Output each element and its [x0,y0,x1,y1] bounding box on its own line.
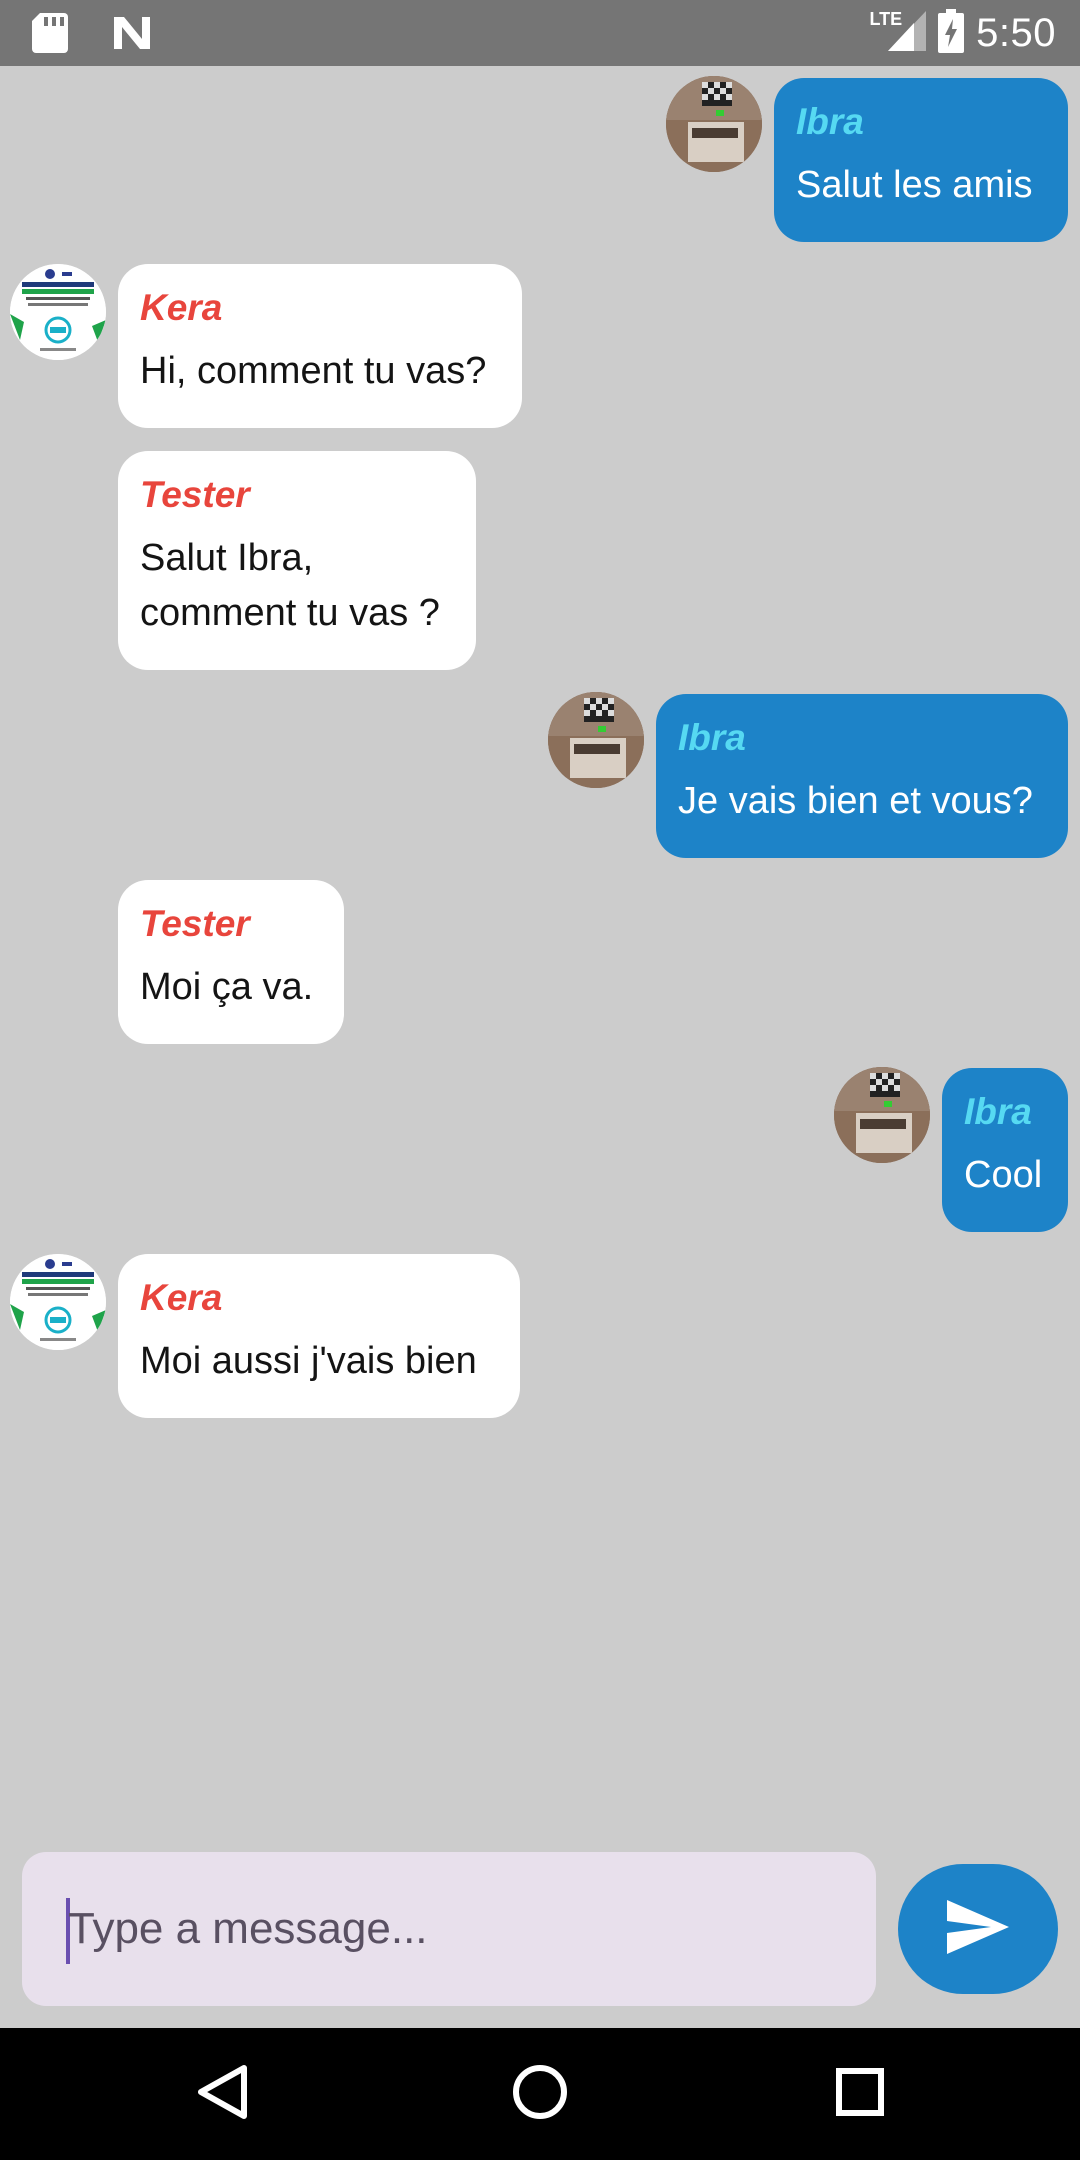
message-text: Cool [964,1154,1043,1196]
message-bubble-incoming[interactable]: Kera Hi, comment tu vas? [118,264,522,428]
kera-avatar[interactable] [10,1254,106,1350]
send-icon [947,1899,1009,1959]
chat-screen: LTE 5:50 Ibra Salut les amis Kera Hi, co… [0,0,1080,2160]
message-sender: Ibra [678,717,746,758]
message-sender: Tester [140,903,250,944]
send-button[interactable] [898,1864,1058,1994]
message-bubble-incoming[interactable]: Kera Moi aussi j'vais bien [118,1254,520,1418]
ibra-avatar[interactable] [666,76,762,172]
message-sender: Kera [140,1277,223,1318]
message-bubble-incoming[interactable]: Tester Moi ça va. [118,880,344,1044]
message-bubble-incoming[interactable]: Tester Salut Ibra, comment tu vas ? [118,451,476,670]
back-button[interactable] [182,2058,262,2130]
ibra-avatar[interactable] [834,1067,930,1163]
clock: 5:50 [976,10,1056,55]
ibra-avatar[interactable] [548,692,644,788]
kera-avatar[interactable] [10,264,106,360]
status-bar: LTE 5:50 [0,0,1080,66]
message-bubble-outgoing[interactable]: Ibra Salut les amis [774,78,1068,242]
recents-icon [835,2067,885,2122]
message-text: Je vais bien et vous? [678,780,1033,822]
message-text: Salut Ibra, comment tu vas ? [140,537,440,634]
message-sender: Kera [140,287,223,328]
back-icon [196,2064,248,2125]
message-sender: Tester [140,474,250,515]
navigation-bar [0,2028,1080,2160]
home-icon [512,2064,568,2125]
recents-button[interactable] [820,2058,900,2130]
message-sender: Ibra [964,1091,1032,1132]
message-bubble-outgoing[interactable]: Ibra Je vais bien et vous? [656,694,1068,858]
message-text: Moi ça va. [140,966,314,1008]
sd-card-icon [32,13,68,58]
message-text: Hi, comment tu vas? [140,350,487,392]
battery-charging-icon [938,8,965,58]
n-logo-icon [112,15,152,56]
message-input-container[interactable] [22,1852,876,2006]
home-button[interactable] [500,2058,580,2130]
network-type-label: LTE [869,8,903,29]
message-sender: Ibra [796,101,864,142]
message-input[interactable] [68,1852,858,2006]
message-text: Salut les amis [796,164,1033,206]
message-text: Moi aussi j'vais bien [140,1340,477,1382]
message-bubble-outgoing[interactable]: Ibra Cool [942,1068,1068,1232]
